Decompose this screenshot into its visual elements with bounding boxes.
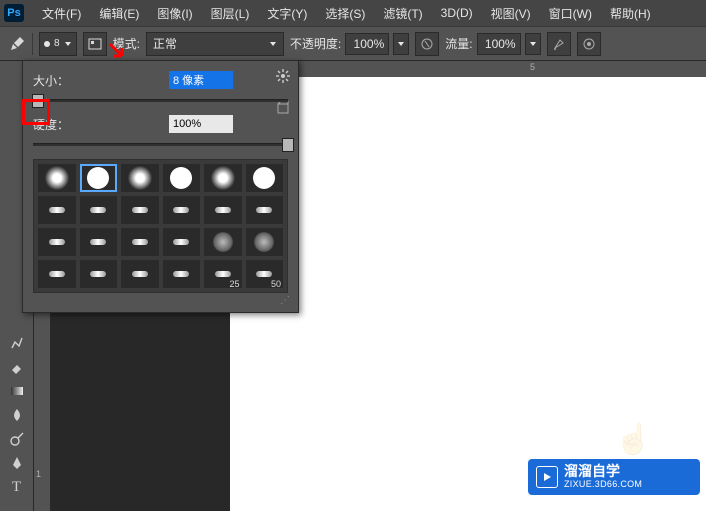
brush-preset[interactable] [80, 164, 118, 192]
watermark-ghost-icon: ☝ [615, 422, 652, 457]
chevron-down-icon[interactable] [525, 33, 541, 55]
blend-mode-value: 正常 [153, 35, 177, 52]
brush-dot-icon [44, 41, 50, 47]
menu-file[interactable]: 文件(F) [34, 3, 89, 24]
ruler-tick: 5 [530, 62, 535, 72]
menu-type[interactable]: 文字(Y) [259, 3, 315, 24]
brush-preset[interactable] [121, 260, 159, 288]
brush-preset[interactable] [121, 196, 159, 224]
size-label: 大小： [33, 72, 77, 89]
brush-preset[interactable] [163, 260, 201, 288]
play-icon [536, 466, 558, 488]
brush-preset[interactable] [204, 164, 242, 192]
blend-mode-select[interactable]: 正常 [146, 32, 284, 56]
flow-label: 流量: [445, 35, 472, 52]
menu-layer[interactable]: 图层(L) [203, 3, 258, 24]
brush-preset[interactable] [121, 164, 159, 192]
tool-dodge[interactable] [0, 427, 33, 451]
tool-blur[interactable] [0, 403, 33, 427]
menubar: Ps 文件(F) 编辑(E) 图像(I) 图层(L) 文字(Y) 选择(S) 滤… [0, 0, 706, 26]
slider-thumb[interactable] [282, 138, 294, 152]
brush-preset[interactable] [204, 196, 242, 224]
brush-preset[interactable] [163, 228, 201, 256]
preset-size: 25 [229, 279, 239, 289]
menu-view[interactable]: 视图(V) [483, 3, 539, 24]
airbrush-button[interactable] [547, 32, 571, 56]
size-slider[interactable] [33, 93, 288, 107]
menu-3d[interactable]: 3D(D) [433, 4, 481, 22]
size-input[interactable]: 8 像素 [169, 71, 233, 89]
tool-pen[interactable] [0, 451, 33, 475]
brush-preset[interactable] [121, 228, 159, 256]
brush-preset[interactable] [38, 164, 76, 192]
menu-help[interactable]: 帮助(H) [602, 3, 659, 24]
menu-select[interactable]: 选择(S) [317, 3, 373, 24]
preset-size: 50 [271, 279, 281, 289]
pressure-size-button[interactable] [577, 32, 601, 56]
chevron-down-icon[interactable] [393, 33, 409, 55]
hardness-input[interactable]: 100% [169, 115, 233, 133]
brush-preset[interactable] [80, 196, 118, 224]
watermark-url: ZIXUE.3D66.COM [564, 480, 642, 490]
menu-window[interactable]: 窗口(W) [541, 3, 600, 24]
brush-preset[interactable] [38, 260, 76, 288]
brush-size-readout: 8 [54, 38, 60, 49]
options-bar: 8 模式: 正常 不透明度: 100% 流量: 100% [0, 26, 706, 61]
toggle-brush-panel-button[interactable] [83, 32, 107, 56]
menu-filter[interactable]: 滤镜(T) [375, 3, 430, 24]
opacity-input[interactable]: 100% [345, 33, 389, 55]
brush-preset[interactable] [80, 260, 118, 288]
app-logo: Ps [4, 4, 24, 22]
current-tool-icon [8, 35, 26, 53]
brush-preset[interactable]: 50 [246, 260, 284, 288]
ruler-tick: 1 [36, 469, 41, 479]
chevron-down-icon [64, 40, 72, 48]
gear-icon[interactable] [276, 69, 290, 86]
brush-preset-picker[interactable]: 8 [39, 32, 77, 56]
tool-gradient[interactable] [0, 379, 33, 403]
hardness-label: 硬度： [33, 116, 77, 133]
menu-edit[interactable]: 编辑(E) [91, 3, 147, 24]
menu-image[interactable]: 图像(I) [149, 3, 200, 24]
tool-type[interactable]: T [0, 475, 33, 499]
watermark-badge: 溜溜自学 ZIXUE.3D66.COM [528, 459, 700, 495]
brush-preset[interactable] [163, 164, 201, 192]
brush-preset[interactable] [80, 228, 118, 256]
brush-preset[interactable] [163, 196, 201, 224]
slider-thumb[interactable] [32, 94, 44, 108]
chevron-down-icon [269, 40, 277, 48]
resize-grip[interactable]: ⋰ [33, 293, 288, 306]
hardness-slider[interactable] [33, 137, 288, 151]
opacity-label: 不透明度: [290, 35, 341, 52]
brush-preset-grid: 25 50 [33, 159, 288, 293]
brush-preset[interactable]: 25 [204, 260, 242, 288]
brush-preset[interactable] [246, 196, 284, 224]
tool-history-brush[interactable] [0, 331, 33, 355]
watermark-title: 溜溜自学 [564, 464, 642, 479]
brush-preset[interactable] [246, 228, 284, 256]
brush-preset[interactable] [204, 228, 242, 256]
flow-input[interactable]: 100% [477, 33, 521, 55]
brush-preset-popup: 大小： 8 像素 硬度： 100% 2 [22, 60, 299, 313]
brush-preset[interactable] [246, 164, 284, 192]
brush-preset[interactable] [38, 196, 76, 224]
mode-label: 模式: [113, 35, 140, 52]
tool-eraser[interactable] [0, 355, 33, 379]
brush-preset[interactable] [38, 228, 76, 256]
pressure-opacity-button[interactable] [415, 32, 439, 56]
